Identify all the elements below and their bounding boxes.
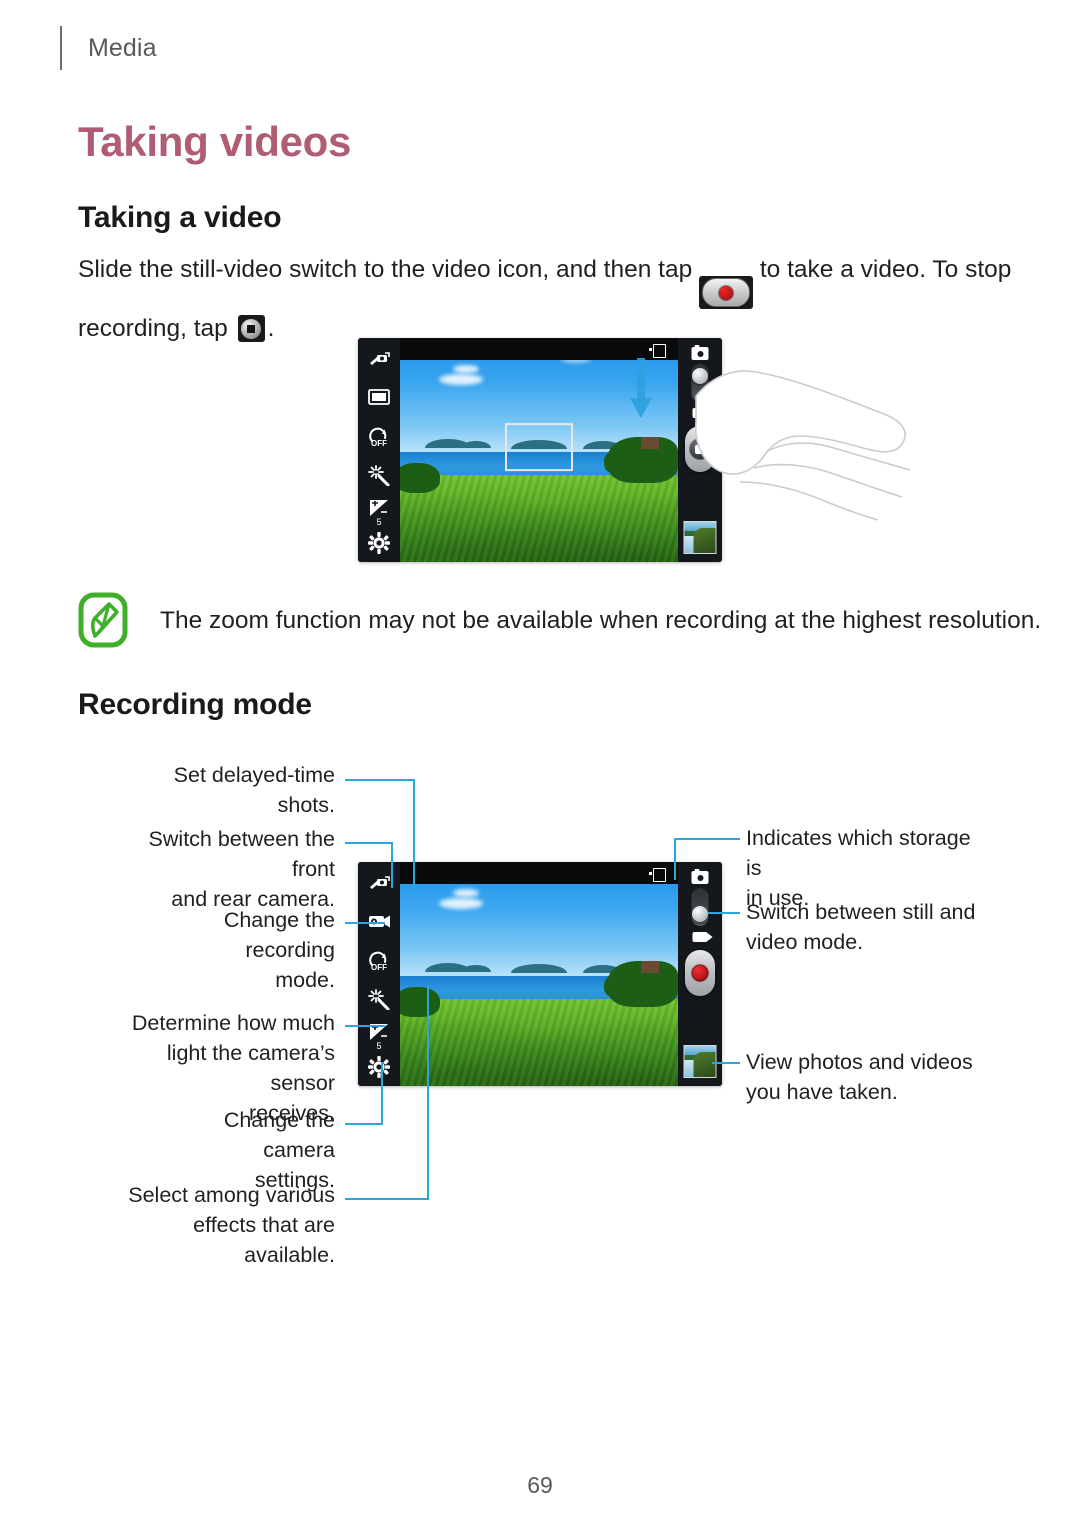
leader-line [674, 838, 740, 840]
annotation-line: light the camera’s sensor [166, 1041, 335, 1095]
annotation-line: you have taken. [746, 1080, 898, 1104]
annotation-switch-camera: Switch between the front and rear camera… [110, 824, 335, 914]
leader-line [413, 779, 415, 889]
paragraph-text-a: Slide the still-video switch to the vide… [78, 256, 693, 283]
still-mode-icon[interactable] [691, 345, 709, 360]
running-header-label: Media [88, 33, 157, 62]
leader-line [345, 779, 415, 781]
leader-line [708, 912, 740, 914]
still-video-switch-knob[interactable] [692, 906, 708, 922]
annotation-gallery: View photos and videos you have taken. [746, 1047, 986, 1107]
timer-off-icon[interactable]: OFF [367, 950, 391, 977]
camera-left-toolbar: OFF 5 [358, 338, 400, 562]
annotation-line: Change the recording [223, 908, 335, 962]
leader-line [712, 1062, 740, 1064]
switch-camera-icon[interactable] [367, 876, 391, 899]
page-number: 69 [527, 1472, 553, 1498]
camera-right-toolbar-2 [678, 862, 722, 1086]
body-paragraph: Slide the still-video switch to the vide… [78, 250, 1011, 348]
note-pen-icon [78, 592, 128, 648]
svg-text:OFF: OFF [371, 439, 387, 448]
camera-preview-screenshot: OFF 5 [358, 338, 722, 562]
paragraph-text-d: . [267, 315, 275, 342]
annotation-line: Determine how much [131, 1011, 335, 1035]
camera-shutter-button[interactable] [685, 426, 715, 472]
annotation-line: video mode. [746, 930, 864, 954]
leader-line [345, 1198, 429, 1200]
section-heading-recording-mode: Recording mode [78, 688, 312, 721]
leader-line [345, 922, 385, 924]
paragraph-text-b: to take a video. To stop [759, 256, 1012, 283]
annotation-line: Change the camera [223, 1108, 335, 1162]
annotation-line: Set delayed-time shots. [173, 763, 335, 817]
recording-mode-screenshot: OFF 5 [358, 862, 722, 1086]
annotation-delayed-time: Set delayed-time shots. [130, 760, 335, 820]
exposure-value: 5 [376, 517, 382, 527]
effects-wand-icon[interactable] [368, 464, 390, 491]
recording-mode-icon[interactable] [367, 913, 391, 935]
storage-indicator-icon [649, 344, 666, 358]
video-mode-icon[interactable] [692, 932, 713, 942]
annotation-recording-mode: Change the recording mode. [135, 905, 335, 995]
camera-right-toolbar [678, 338, 722, 562]
timer-off-icon[interactable]: OFF [367, 426, 391, 453]
storage-indicator-icon [649, 868, 666, 882]
landscape-preview [400, 338, 678, 562]
leader-line [391, 842, 393, 888]
leader-line [345, 1123, 383, 1125]
effects-wand-icon[interactable] [368, 988, 390, 1015]
leader-line [381, 1062, 383, 1124]
leader-line [345, 842, 393, 844]
page-title: Taking videos [78, 118, 352, 165]
annotation-line: mode. [275, 968, 335, 992]
still-mode-icon[interactable] [691, 869, 709, 884]
annotation-line: effects that are available. [193, 1213, 335, 1267]
record-button-icon [699, 276, 754, 309]
still-video-switch-knob[interactable] [692, 368, 708, 384]
annotation-effects: Select among various effects that are av… [118, 1180, 335, 1270]
switch-camera-icon[interactable] [367, 352, 391, 375]
record-shutter-button[interactable] [685, 950, 715, 996]
running-header: Media [60, 26, 157, 70]
section-heading-taking-a-video: Taking a video [78, 201, 282, 234]
header-rule [60, 26, 62, 70]
annotation-line: Switch between still and [746, 900, 976, 924]
leader-line [674, 838, 676, 880]
camera-viewport-2 [400, 862, 678, 1086]
focus-box [505, 423, 573, 472]
annotation-line: View photos and videos [746, 1050, 973, 1074]
annotation-mode-switch: Switch between still and video mode. [746, 897, 986, 957]
camera-viewport [400, 338, 678, 562]
video-mode-icon[interactable] [692, 408, 713, 418]
annotation-line: Switch between the front [148, 827, 335, 881]
landscape-preview-2 [400, 862, 678, 1086]
swipe-down-arrow [630, 358, 652, 418]
note-callout: The zoom function may not be available w… [78, 592, 1041, 648]
leader-line [427, 986, 429, 1198]
annotation-line: Indicates which storage is [746, 826, 971, 880]
shooting-mode-icon[interactable] [368, 389, 390, 410]
settings-gear-icon[interactable] [368, 532, 390, 559]
svg-text:OFF: OFF [371, 963, 387, 972]
manual-page: Media Taking videos Taking a video Slide… [0, 0, 1080, 1527]
annotation-line: Select among various [128, 1183, 335, 1207]
gallery-thumbnail[interactable] [683, 521, 717, 554]
note-text: The zoom function may not be available w… [160, 607, 1042, 634]
finger-swipe-illustration [694, 370, 911, 521]
leader-line [345, 1025, 385, 1027]
settings-gear-icon[interactable] [368, 1056, 390, 1083]
stop-button-icon [237, 315, 265, 342]
camera-left-toolbar-2: OFF 5 [358, 862, 400, 1086]
paragraph-text-c: recording, tap [78, 315, 228, 342]
exposure-value: 5 [376, 1041, 382, 1051]
